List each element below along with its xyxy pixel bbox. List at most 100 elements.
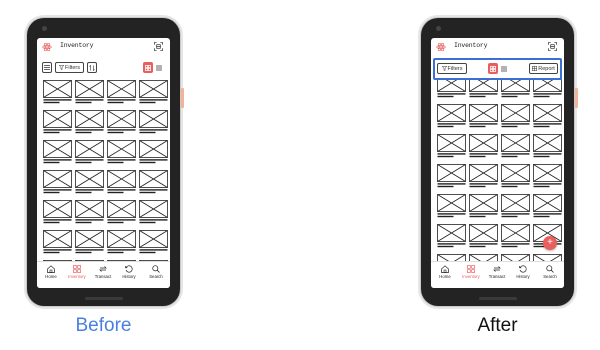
product-tile[interactable] <box>533 134 562 158</box>
app-header: Inventory <box>431 38 564 56</box>
nav-item-inventory[interactable]: Inventory <box>64 265 90 287</box>
product-tile[interactable] <box>469 194 498 218</box>
product-tile[interactable] <box>437 224 466 248</box>
product-tile[interactable] <box>75 200 104 224</box>
product-tile[interactable] <box>43 200 72 224</box>
filter-icon <box>59 65 64 70</box>
camera-dot <box>42 26 47 31</box>
product-tile[interactable] <box>75 140 104 164</box>
product-tile[interactable] <box>139 170 168 194</box>
image-placeholder-icon <box>43 200 72 224</box>
product-tile[interactable] <box>533 194 562 218</box>
product-tile[interactable] <box>533 104 562 128</box>
product-tile[interactable] <box>469 78 498 98</box>
product-tile[interactable] <box>107 80 136 104</box>
product-tile[interactable] <box>107 110 136 134</box>
nav-item-inventory[interactable]: Inventory <box>458 265 484 287</box>
nav-label: Transact <box>488 274 506 279</box>
add-fab-button[interactable]: + <box>543 236 557 250</box>
product-tile[interactable] <box>469 224 498 248</box>
image-placeholder-icon <box>75 200 104 224</box>
product-tile[interactable] <box>139 200 168 224</box>
product-tile[interactable] <box>43 110 72 134</box>
screen-before: Inventory Filters Home Inventory Transac… <box>37 38 170 288</box>
product-tile[interactable] <box>501 164 530 188</box>
image-placeholder-icon <box>139 230 168 254</box>
product-tile[interactable] <box>107 200 136 224</box>
product-tile[interactable] <box>139 110 168 134</box>
product-tile[interactable] <box>437 104 466 128</box>
product-tile[interactable] <box>107 170 136 194</box>
product-tile[interactable] <box>501 194 530 218</box>
image-placeholder-icon <box>533 134 562 158</box>
product-tile[interactable] <box>501 224 530 248</box>
toolbar-highlight <box>433 58 562 80</box>
product-tile[interactable] <box>469 104 498 128</box>
image-placeholder-icon <box>469 104 498 128</box>
product-tile[interactable] <box>43 230 72 254</box>
product-tile[interactable] <box>469 134 498 158</box>
product-tile[interactable] <box>43 140 72 164</box>
scan-icon[interactable] <box>154 42 163 51</box>
image-placeholder-icon <box>501 194 530 218</box>
product-tile[interactable] <box>75 110 104 134</box>
product-tile[interactable] <box>43 80 72 104</box>
product-tile[interactable] <box>501 104 530 128</box>
product-grid <box>37 80 170 268</box>
atom-logo-icon <box>42 42 52 52</box>
caption-before: Before <box>75 315 132 336</box>
speaker-bar <box>85 297 123 300</box>
nav-item-transact[interactable]: Transact <box>484 265 510 287</box>
image-placeholder-icon <box>501 164 530 188</box>
image-placeholder-icon <box>43 110 72 134</box>
product-tile[interactable] <box>107 140 136 164</box>
menu-button[interactable] <box>42 62 52 73</box>
filters-button[interactable]: Filters <box>55 62 84 73</box>
image-placeholder-icon <box>437 104 466 128</box>
nav-item-home[interactable]: Home <box>38 265 64 287</box>
product-tile[interactable] <box>139 140 168 164</box>
product-tile[interactable] <box>501 78 530 98</box>
image-placeholder-icon <box>75 230 104 254</box>
page-title: Inventory <box>454 42 488 49</box>
product-tile[interactable] <box>437 194 466 218</box>
product-tile[interactable] <box>75 80 104 104</box>
sort-button[interactable] <box>87 62 97 73</box>
product-tile[interactable] <box>437 164 466 188</box>
inventory-icon <box>458 265 484 273</box>
home-icon <box>432 265 458 273</box>
product-tile[interactable] <box>533 164 562 188</box>
scan-icon[interactable] <box>548 42 557 51</box>
product-tile[interactable] <box>43 170 72 194</box>
image-placeholder-icon <box>75 80 104 104</box>
product-tile[interactable] <box>75 230 104 254</box>
list-view-toggle[interactable] <box>154 62 164 73</box>
grid-view-toggle[interactable] <box>143 62 153 73</box>
image-placeholder-icon <box>139 80 168 104</box>
product-tile[interactable] <box>437 78 466 98</box>
product-tile[interactable] <box>75 170 104 194</box>
product-tile[interactable] <box>533 78 562 98</box>
image-placeholder-icon <box>75 140 104 164</box>
image-placeholder-icon <box>437 78 466 98</box>
nav-item-history[interactable]: History <box>116 265 142 287</box>
nav-item-home[interactable]: Home <box>432 265 458 287</box>
image-placeholder-icon <box>501 224 530 248</box>
product-tile[interactable] <box>107 230 136 254</box>
caption-after: After <box>477 315 518 336</box>
image-placeholder-icon <box>533 104 562 128</box>
nav-item-transact[interactable]: Transact <box>90 265 116 287</box>
image-placeholder-icon <box>501 78 530 98</box>
nav-item-history[interactable]: History <box>510 265 536 287</box>
nav-item-search[interactable]: Search <box>143 265 169 287</box>
nav-item-search[interactable]: Search <box>537 265 563 287</box>
side-button <box>575 88 578 108</box>
product-tile[interactable] <box>437 134 466 158</box>
image-placeholder-icon <box>437 164 466 188</box>
product-tile[interactable] <box>139 230 168 254</box>
product-tile[interactable] <box>469 164 498 188</box>
image-placeholder-icon <box>469 164 498 188</box>
product-tile[interactable] <box>139 80 168 104</box>
product-tile[interactable] <box>501 134 530 158</box>
image-placeholder-icon <box>437 194 466 218</box>
